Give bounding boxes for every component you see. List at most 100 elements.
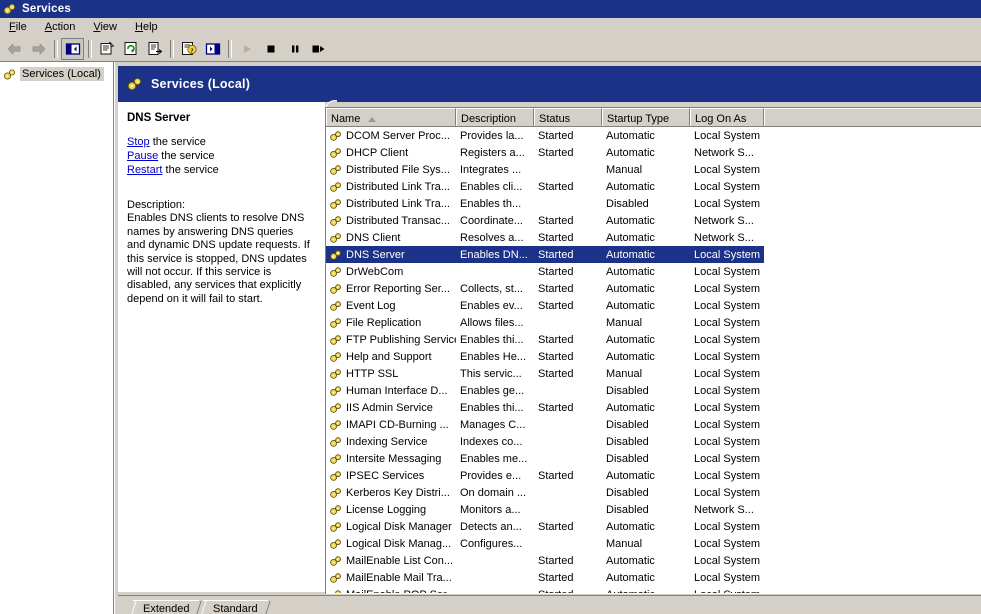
description-block: Description: Enables DNS clients to reso… (127, 199, 312, 306)
column-header-name[interactable]: Name (326, 108, 456, 126)
table-row[interactable]: Distributed Link Tra... Enables th... Disa… (326, 195, 764, 212)
cell-description: Enables ev... (460, 299, 523, 312)
cell-name: FTP Publishing Service (326, 333, 456, 347)
refresh-icon (124, 42, 137, 55)
toolbar-restart-service[interactable] (307, 38, 330, 60)
tab-extended[interactable]: Extended (133, 600, 200, 614)
table-row[interactable]: Intersite Messaging Enables me... Disabled… (326, 450, 764, 467)
table-row[interactable]: File Replication Allows files... Manual Loc… (326, 314, 764, 331)
column-header-label: Status (539, 112, 571, 125)
cell-description: Enables me... (460, 452, 528, 465)
toolbar-stop-service[interactable] (259, 38, 282, 60)
cell-startup-type: Automatic (606, 248, 655, 261)
table-row[interactable]: FTP Publishing Service Enables thi... Star… (326, 331, 764, 348)
cell-name: DNS Server (326, 248, 456, 262)
table-row[interactable]: DCOM Server Proc... Provides la... Started… (326, 127, 764, 144)
table-row[interactable]: Indexing Service Indexes co... Disabled Loc… (326, 433, 764, 450)
table-row[interactable]: IMAPI CD-Burning ... Manages C... Disabled… (326, 416, 764, 433)
column-header-status[interactable]: Status (534, 108, 602, 126)
toolbar-show-tree[interactable] (61, 37, 84, 60)
toolbar-pause-service[interactable] (283, 38, 306, 60)
table-row[interactable]: DrWebCom Started Automatic Local System (326, 263, 764, 280)
toolbar-export-list[interactable] (143, 38, 166, 60)
menu-action[interactable]: Action (36, 19, 85, 35)
service-name-text: IIS Admin Service (346, 401, 433, 414)
menu-help[interactable]: Help (126, 19, 167, 35)
toolbar-back[interactable] (3, 38, 26, 60)
menu-file[interactable]: File (0, 19, 36, 35)
cell-description: Detects an... (460, 520, 522, 533)
cell-log-on-as: Network S... (694, 146, 754, 159)
menu-view[interactable]: View (84, 19, 126, 35)
title-bar: Services (0, 0, 981, 18)
toolbar-help[interactable]: ? (177, 38, 200, 60)
cell-log-on-as: Local System (694, 180, 761, 193)
table-row[interactable]: Human Interface D... Enables ge... Disable… (326, 382, 764, 399)
table-row[interactable]: IPSEC Services Provides e... Started Automa… (326, 467, 764, 484)
cell-name: Distributed File Sys... (326, 163, 456, 177)
cell-name: Help and Support (326, 350, 456, 364)
table-row[interactable]: Logical Disk Manager Detects an... Started… (326, 518, 764, 535)
toolbar-properties[interactable] (95, 38, 118, 60)
forward-arrow-icon (32, 42, 46, 55)
service-name-text: DCOM Server Proc... (346, 129, 450, 142)
table-row[interactable]: Error Reporting Ser... Collects, st... Sta… (326, 280, 764, 297)
table-row[interactable]: Help and Support Enables He... Started Auto… (326, 348, 764, 365)
table-row[interactable]: Logical Disk Manag... Configures... Manual… (326, 535, 764, 552)
column-header-description[interactable]: Description (456, 108, 534, 126)
cell-description: Enables He... (460, 350, 527, 363)
table-row[interactable]: MailEnable List Con... Started Automatic Lo… (326, 552, 764, 569)
service-name-text: FTP Publishing Service (346, 333, 456, 346)
cell-description: On domain ... (460, 486, 527, 499)
restart-service-link[interactable]: Restart (127, 164, 162, 176)
table-row[interactable]: MailEnable Mail Tra... Started Automatic Lo… (326, 569, 764, 586)
cell-log-on-as: Local System (694, 248, 761, 261)
cell-description: Resolves a... (460, 231, 524, 244)
cell-log-on-as: Local System (694, 299, 761, 312)
service-gear-icon (330, 334, 341, 345)
cell-startup-type: Automatic (606, 231, 655, 244)
table-row[interactable]: Event Log Enables ev... Started Automatic Lo… (326, 297, 764, 314)
table-row[interactable]: HTTP SSL This servic... Started Manual Local… (326, 365, 764, 382)
cell-name: Error Reporting Ser... (326, 282, 456, 296)
results-header-band: Services (Local) (118, 66, 981, 102)
service-gear-icon (330, 555, 341, 566)
cell-startup-type: Automatic (606, 571, 655, 584)
table-row[interactable]: Distributed Link Tra... Enables cli... Sta… (326, 178, 764, 195)
sidebar-item-services-local[interactable]: Services (Local) (0, 66, 113, 82)
restart-service-suffix: the service (162, 164, 219, 176)
toolbar-separator (54, 39, 58, 58)
cell-log-on-as: Network S... (694, 231, 754, 244)
column-header-log-on-as[interactable]: Log On As (690, 108, 764, 126)
service-gear-icon (330, 317, 341, 328)
services-gear-icon (3, 68, 16, 80)
service-gear-icon (330, 402, 341, 413)
table-row[interactable]: Distributed Transac... Coordinate... Start… (326, 212, 764, 229)
toolbar-separator (228, 39, 232, 58)
cell-log-on-as: Local System (694, 452, 761, 465)
cell-log-on-as: Local System (694, 554, 761, 567)
toolbar-forward[interactable] (27, 38, 50, 60)
table-row[interactable]: DNS Server Enables DN... Started Automatic L… (326, 246, 764, 263)
table-row[interactable]: Kerberos Key Distri... On domain ... Disab… (326, 484, 764, 501)
service-name-text: Event Log (346, 299, 396, 312)
toolbar-start-service[interactable] (235, 38, 258, 60)
toolbar-console-tree[interactable] (201, 38, 224, 60)
export-list-icon (148, 42, 162, 55)
pause-service-link[interactable]: Pause (127, 150, 158, 162)
pause-service-row: Pause the service (127, 149, 316, 163)
cell-status: Started (538, 554, 574, 567)
table-row[interactable]: License Logging Monitors a... Disabled Netw… (326, 501, 764, 518)
cell-description: Indexes co... (460, 435, 523, 448)
table-row[interactable]: DNS Client Resolves a... Started Automatic N… (326, 229, 764, 246)
column-header-startup-type[interactable]: Startup Type (602, 108, 690, 126)
stop-service-link[interactable]: Stop (127, 136, 150, 148)
table-row[interactable]: DHCP Client Registers a... Started Automati… (326, 144, 764, 161)
table-row[interactable]: MailEnable POP Ser... StartedAutomaticLoc… (326, 586, 764, 593)
cell-log-on-as: Local System (694, 571, 761, 584)
table-row[interactable]: IIS Admin Service Enables thi... Started Au… (326, 399, 764, 416)
table-row[interactable]: Distributed File Sys... Integrates ... Man… (326, 161, 764, 178)
toolbar-refresh[interactable] (119, 38, 142, 60)
tab-standard[interactable]: Standard (203, 600, 268, 614)
cell-log-on-as: Local System (694, 469, 761, 482)
